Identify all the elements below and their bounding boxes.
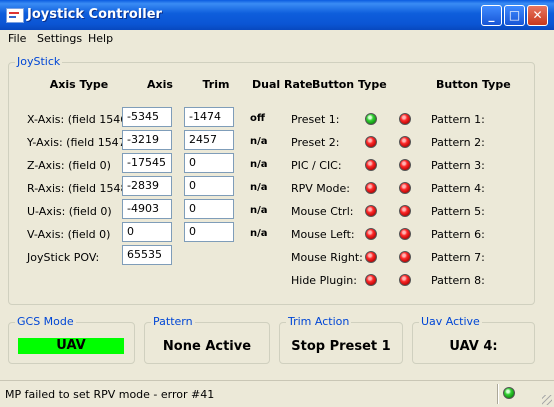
trim-action-value: Stop Preset 1 — [291, 339, 391, 354]
pattern-4-led-icon — [399, 182, 411, 194]
axis-label-u: U-Axis: (field 0) — [27, 205, 112, 218]
hide-plugin-led-icon — [365, 274, 377, 286]
dual-rate-r: n/a — [250, 182, 268, 193]
pov-label: JoyStick POV: — [27, 251, 100, 264]
joystick-controller-window: Joystick Controller _ □ ✕ File Settings … — [0, 0, 554, 406]
trim-value-y[interactable]: 2457 — [184, 130, 234, 150]
axis-label-r: R-Axis: (field 1548) — [27, 182, 132, 195]
preset-1-led-icon — [365, 113, 377, 125]
header-axis-type: Axis Type — [49, 78, 109, 91]
axis-value-r[interactable]: -2839 — [122, 176, 172, 196]
pattern-5-led-icon — [399, 205, 411, 217]
header-axis: Axis — [147, 78, 173, 91]
pattern-3-led-icon — [399, 159, 411, 171]
app-icon — [6, 8, 24, 23]
button-label-mouse-right: Mouse Right: — [291, 251, 363, 264]
gcs-mode-title: GCS Mode — [15, 315, 76, 328]
axis-value-x[interactable]: -5345 — [122, 107, 172, 127]
close-button[interactable]: ✕ — [527, 5, 548, 26]
dual-rate-u: n/a — [250, 205, 268, 216]
pattern-7-led-icon — [399, 251, 411, 263]
header-trim: Trim — [202, 78, 230, 91]
title-bar[interactable]: Joystick Controller _ □ ✕ — [0, 0, 554, 30]
menu-file[interactable]: File — [8, 32, 26, 45]
dual-rate-y: n/a — [250, 136, 268, 147]
header-button-type: Button Type — [312, 78, 387, 91]
button-label-rpv-mode: RPV Mode: — [291, 182, 350, 195]
pattern-title: Pattern — [151, 315, 195, 328]
axis-label-x: X-Axis: (field 1546) — [27, 113, 132, 126]
axis-value-v[interactable]: 0 — [122, 222, 172, 242]
pattern-label-8: Pattern 8: — [431, 274, 485, 287]
trim-value-x[interactable]: -1474 — [184, 107, 234, 127]
pattern-1-led-icon — [399, 113, 411, 125]
button-label-mouse-left: Mouse Left: — [291, 228, 355, 241]
maximize-button[interactable]: □ — [504, 5, 525, 26]
axis-label-z: Z-Axis: (field 0) — [27, 159, 111, 172]
trim-value-u[interactable]: 0 — [184, 199, 234, 219]
button-label-preset-1: Preset 1: — [291, 113, 340, 126]
rpv-mode-led-icon — [365, 182, 377, 194]
button-label-mouse-ctrl: Mouse Ctrl: — [291, 205, 354, 218]
trim-action-title: Trim Action — [286, 315, 352, 328]
pattern-value: None Active — [162, 339, 252, 354]
pattern-label-1: Pattern 1: — [431, 113, 485, 126]
window-title: Joystick Controller — [27, 7, 162, 22]
axis-label-y: Y-Axis: (field 1547) — [27, 136, 130, 149]
header-button-type-2: Button Type — [436, 78, 511, 91]
pattern-label-4: Pattern 4: — [431, 182, 485, 195]
pattern-label-7: Pattern 7: — [431, 251, 485, 264]
pattern-label-2: Pattern 2: — [431, 136, 485, 149]
minimize-button[interactable]: _ — [481, 5, 502, 26]
preset-2-led-icon — [365, 136, 377, 148]
pic-cic-led-icon — [365, 159, 377, 171]
mouse-left-led-icon — [365, 228, 377, 240]
axis-value-z[interactable]: -17545 — [122, 153, 172, 173]
menu-settings[interactable]: Settings — [37, 32, 82, 45]
button-label-preset-2: Preset 2: — [291, 136, 340, 149]
mouse-right-led-icon — [365, 251, 377, 263]
pattern-label-6: Pattern 6: — [431, 228, 485, 241]
mouse-ctrl-led-icon — [365, 205, 377, 217]
axis-value-y[interactable]: -3219 — [122, 130, 172, 150]
uav-active-title: Uav Active — [419, 315, 482, 328]
status-separator — [497, 384, 498, 404]
dual-rate-z: n/a — [250, 159, 268, 170]
button-label-pic-cic: PIC / CIC: — [291, 159, 342, 172]
dual-rate-v: n/a — [250, 228, 268, 239]
menu-bar: File Settings Help — [4, 30, 550, 48]
pattern-6-led-icon — [399, 228, 411, 240]
status-led-icon — [503, 387, 515, 399]
pattern-label-5: Pattern 5: — [431, 205, 485, 218]
joystick-group-title: JoyStick — [15, 55, 63, 68]
status-bar: MP failed to set RPV mode - error #41 — [0, 380, 554, 407]
pattern-label-3: Pattern 3: — [431, 159, 485, 172]
header-dual-rate: Dual Rate — [252, 78, 313, 91]
status-message: MP failed to set RPV mode - error #41 — [5, 388, 215, 401]
button-label-hide-plugin: Hide Plugin: — [291, 274, 357, 287]
pattern-8-led-icon — [399, 274, 411, 286]
menu-help[interactable]: Help — [88, 32, 113, 45]
trim-value-z[interactable]: 0 — [184, 153, 234, 173]
trim-value-r[interactable]: 0 — [184, 176, 234, 196]
trim-value-v[interactable]: 0 — [184, 222, 234, 242]
axis-value-u[interactable]: -4903 — [122, 199, 172, 219]
resize-grip-icon[interactable] — [542, 395, 552, 405]
gcs-mode-value: UAV — [18, 338, 124, 354]
pattern-2-led-icon — [399, 136, 411, 148]
pov-value[interactable]: 65535 — [122, 245, 172, 265]
uav-active-value: UAV 4: — [449, 339, 498, 354]
axis-label-v: V-Axis: (field 0) — [27, 228, 111, 241]
dual-rate-x: off — [250, 113, 265, 124]
